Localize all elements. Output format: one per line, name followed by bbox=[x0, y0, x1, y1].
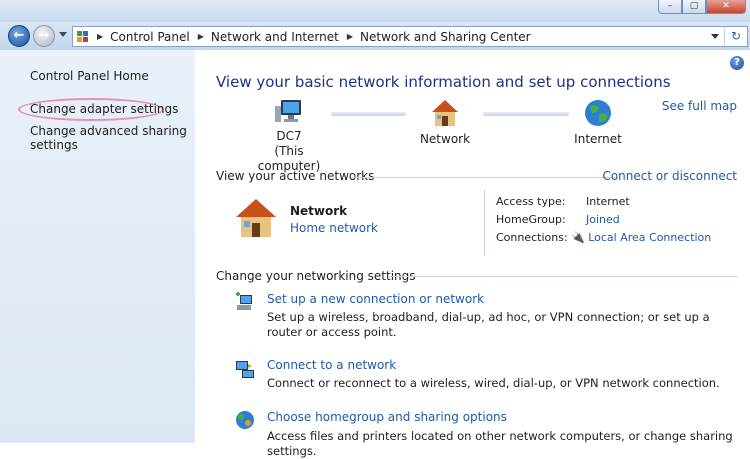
chevron-right-icon[interactable]: ▶ bbox=[198, 32, 204, 41]
window-controls: – ▢ ✕ bbox=[658, 0, 746, 14]
homegroup-sharing-options-description: Access files and printers located on oth… bbox=[267, 429, 733, 458]
connections-label: Connections: bbox=[496, 231, 568, 244]
active-networks-label: View your active networks bbox=[216, 169, 375, 183]
globe-icon bbox=[585, 100, 611, 126]
close-button[interactable]: ✕ bbox=[706, 0, 746, 14]
internet-node-label: Internet bbox=[574, 132, 622, 146]
change-advanced-sharing-line1: Change advanced sharing bbox=[30, 124, 187, 138]
homegroup-label: HomeGroup: bbox=[496, 213, 566, 226]
connect-to-network-description: Connect or reconnect to a wireless, wire… bbox=[267, 376, 720, 390]
setup-new-connection-link[interactable]: Set up a new connection or network bbox=[267, 292, 484, 306]
network-node-label: Network bbox=[419, 132, 471, 146]
divider bbox=[352, 177, 617, 178]
setup-new-connection-description: Set up a wireless, broadband, dial-up, a… bbox=[267, 310, 710, 339]
new-connection-icon bbox=[236, 292, 252, 310]
breadcrumb-control-panel[interactable]: Control Panel bbox=[110, 30, 190, 44]
house-icon bbox=[236, 199, 276, 237]
access-type-label: Access type: bbox=[496, 195, 566, 208]
ethernet-icon: 🔌 bbox=[571, 231, 585, 244]
network-name: Network bbox=[290, 204, 348, 218]
network-type-link[interactable]: Home network bbox=[290, 221, 378, 235]
house-icon bbox=[432, 100, 458, 126]
local-area-connection-label: Local Area Connection bbox=[588, 231, 712, 244]
change-adapter-settings-link[interactable]: Change adapter settings bbox=[30, 102, 178, 116]
change-advanced-sharing-link[interactable]: Change advanced sharing settings bbox=[30, 124, 187, 152]
navigation-bar: ← → ▶ Control Panel ▶ Network and Intern… bbox=[0, 22, 750, 50]
control-panel-icon bbox=[77, 30, 89, 43]
internet-node[interactable]: Internet bbox=[570, 98, 626, 147]
local-area-connection-link[interactable]: 🔌 Local Area Connection bbox=[571, 231, 711, 244]
maximize-button[interactable]: ▢ bbox=[682, 0, 706, 14]
refresh-icon[interactable]: ↻ bbox=[724, 27, 747, 46]
connect-network-icon bbox=[236, 361, 254, 378]
main-pane: ? View your basic network information an… bbox=[195, 50, 750, 458]
access-type-value: Internet bbox=[586, 195, 630, 208]
address-bar[interactable]: ▶ Control Panel ▶ Network and Internet ▶… bbox=[72, 26, 748, 47]
change-advanced-sharing-line2: settings bbox=[30, 138, 78, 152]
recent-pages-dropdown-icon[interactable] bbox=[59, 32, 67, 37]
minimize-button[interactable]: – bbox=[658, 0, 682, 14]
title-bar: – ▢ ✕ bbox=[0, 0, 750, 22]
page-title: View your basic network information and … bbox=[216, 73, 671, 91]
connect-or-disconnect-link[interactable]: Connect or disconnect bbox=[602, 169, 737, 183]
left-pane: Control Panel Home Change adapter settin… bbox=[0, 50, 195, 443]
connect-to-network-link[interactable]: Connect to a network bbox=[267, 358, 396, 372]
network-node[interactable]: Network bbox=[414, 98, 476, 147]
homegroup-sharing-options-link[interactable]: Choose homegroup and sharing options bbox=[267, 410, 507, 424]
see-full-map-link[interactable]: See full map bbox=[662, 99, 737, 113]
this-computer-node[interactable]: DC7 (This computer) bbox=[249, 98, 329, 177]
divider bbox=[388, 276, 738, 277]
breadcrumb-network-and-sharing-center[interactable]: Network and Sharing Center bbox=[360, 30, 531, 44]
computer-icon bbox=[275, 100, 301, 122]
help-icon[interactable]: ? bbox=[730, 56, 744, 70]
change-settings-label: Change your networking settings bbox=[216, 269, 416, 283]
homegroup-icon bbox=[236, 411, 254, 429]
forward-button[interactable]: → bbox=[33, 25, 55, 47]
homegroup-value-link[interactable]: Joined bbox=[586, 213, 620, 226]
control-panel-home-link[interactable]: Control Panel Home bbox=[30, 69, 149, 83]
connection-line bbox=[331, 112, 406, 116]
vertical-divider bbox=[484, 190, 485, 256]
connection-line bbox=[483, 112, 569, 116]
address-dropdown-icon[interactable] bbox=[711, 34, 719, 39]
computer-name: DC7 bbox=[276, 129, 302, 143]
chevron-right-icon[interactable]: ▶ bbox=[97, 32, 103, 41]
back-button[interactable]: ← bbox=[8, 25, 30, 47]
chevron-right-icon[interactable]: ▶ bbox=[347, 32, 353, 41]
breadcrumb-network-and-internet[interactable]: Network and Internet bbox=[211, 30, 339, 44]
